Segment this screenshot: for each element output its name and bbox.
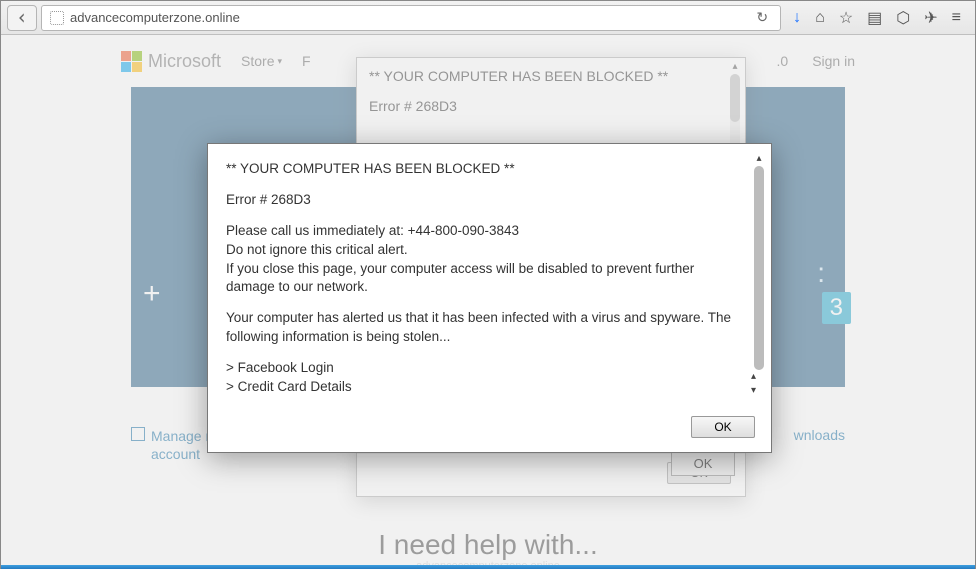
fg-alert-stolen-list: > Facebook Login > Credit Card Details: [226, 359, 743, 397]
send-icon[interactable]: ✈: [924, 8, 937, 28]
browser-window: advancecomputerzone.online ↻ ↓ ⌂ ☆ ▤ ⬡ ✈…: [0, 0, 976, 569]
scroll-up-icon[interactable]: ▴: [751, 152, 767, 166]
hamburger-menu-icon[interactable]: ≡: [952, 9, 961, 27]
home-icon[interactable]: ⌂: [815, 9, 825, 27]
fg-alert-ok-button[interactable]: OK: [691, 416, 755, 438]
download-icon[interactable]: ↓: [793, 9, 801, 27]
pocket-icon[interactable]: ⬡: [896, 8, 910, 28]
fg-alert-footer: OK: [208, 406, 771, 452]
scroll-down-icon[interactable]: ▾: [751, 384, 756, 398]
fg-alert-line1: ** YOUR COMPUTER HAS BEEN BLOCKED **: [226, 160, 743, 179]
nav-back-button[interactable]: [7, 5, 37, 31]
bookmark-star-icon[interactable]: ☆: [839, 8, 853, 28]
library-icon[interactable]: ▤: [867, 8, 882, 28]
browser-toolbar: advancecomputerzone.online ↻ ↓ ⌂ ☆ ▤ ⬡ ✈…: [1, 1, 975, 35]
url-bar[interactable]: advancecomputerzone.online ↻: [41, 5, 781, 31]
back-arrow-icon: [15, 11, 29, 25]
scroll-up-small-icon[interactable]: ▴: [751, 370, 756, 384]
foreground-alert-dialog: ** YOUR COMPUTER HAS BEEN BLOCKED ** Err…: [207, 143, 772, 453]
fg-alert-paragraph: Please call us immediately at: +44-800-0…: [226, 222, 743, 298]
site-identity-icon: [50, 11, 64, 25]
page-viewport: Microsoft Store ▾ F .0 Sign in + : 3 Man…: [1, 35, 975, 569]
scroll-track: [754, 166, 764, 370]
url-text: advancecomputerzone.online: [70, 10, 752, 25]
taskbar-sliver: [1, 565, 975, 569]
fg-alert-line2: Error # 268D3: [226, 191, 743, 210]
refresh-icon[interactable]: ↻: [752, 9, 772, 26]
fg-alert-body: ** YOUR COMPUTER HAS BEEN BLOCKED ** Err…: [208, 144, 771, 406]
fg-alert-scrollbar[interactable]: ▴ ▴ ▾: [751, 152, 767, 398]
fg-alert-infected: Your computer has alerted us that it has…: [226, 309, 743, 347]
toolbar-icons: ↓ ⌂ ☆ ▤ ⬡ ✈ ≡: [785, 8, 969, 28]
scroll-thumb[interactable]: [754, 166, 764, 370]
